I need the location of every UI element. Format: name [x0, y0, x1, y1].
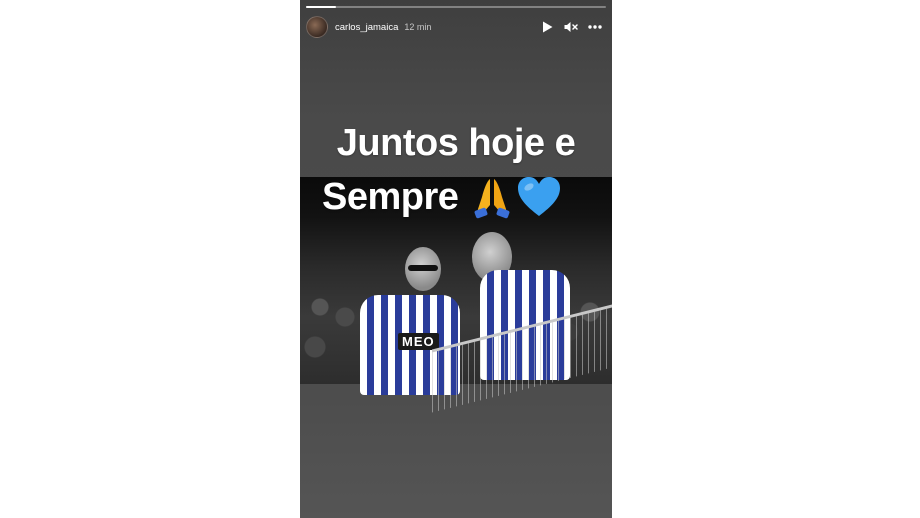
avatar[interactable] [306, 16, 328, 38]
sponsor-logo: MEO [398, 333, 439, 350]
folded-hands-emoji [474, 179, 510, 219]
timestamp: 12 min [404, 22, 432, 32]
blue-heart-emoji [518, 177, 561, 216]
volume-muted-icon[interactable] [564, 20, 578, 34]
story-header: carlos_jamaica 12 min [306, 15, 606, 39]
story-controls [540, 20, 606, 34]
story-viewer[interactable]: carlos_jamaica 12 min MEO Juntos hoje e … [300, 0, 612, 518]
caption-line-1: Juntos hoje e [336, 122, 576, 164]
play-icon[interactable] [540, 20, 554, 34]
story-progress-fill [306, 6, 336, 8]
story-progress-bar [306, 6, 606, 8]
caption-line-2: Sempre [322, 175, 612, 219]
username[interactable]: carlos_jamaica [335, 22, 398, 33]
caption-line-2-text: Sempre [322, 176, 459, 218]
more-options-icon[interactable] [588, 20, 602, 34]
caption-emojis [470, 175, 562, 219]
